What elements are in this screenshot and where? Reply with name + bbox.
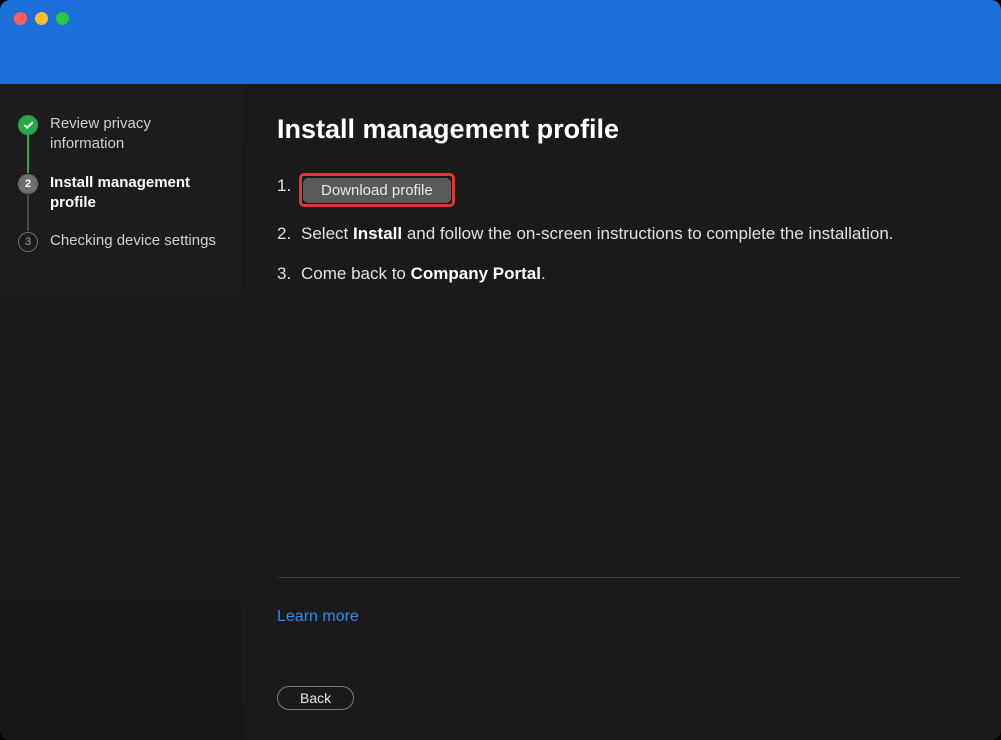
close-window-button[interactable] (14, 12, 27, 25)
download-highlight-box: Download profile (299, 173, 455, 207)
bold-text: Company Portal (411, 264, 541, 283)
step-content: Download profile (301, 173, 961, 207)
learn-more-link[interactable]: Learn more (277, 608, 359, 626)
text-segment: and follow the on-screen instructions to… (402, 224, 893, 243)
titlebar (0, 0, 1001, 84)
step-install-profile: 2 Install management profile (18, 173, 225, 232)
minimize-window-button[interactable] (35, 12, 48, 25)
page-title: Install management profile (277, 114, 961, 145)
download-profile-button[interactable]: Download profile (303, 178, 451, 203)
zoom-window-button[interactable] (56, 12, 69, 25)
text-segment: Select (301, 224, 353, 243)
step-review-privacy: Review privacy information (18, 114, 225, 173)
instruction-step-1: 1. Download profile (277, 173, 961, 207)
instruction-step-2: 2. Select Install and follow the on-scre… (277, 221, 961, 247)
step-content: Select Install and follow the on-screen … (301, 221, 961, 247)
step-label: Checking device settings (50, 231, 216, 251)
step-number: 1. (277, 173, 295, 199)
text-segment: . (541, 264, 546, 283)
step-connector (27, 134, 29, 173)
text-segment: Come back to (301, 264, 411, 283)
traffic-lights (14, 12, 69, 25)
step-number-icon: 3 (18, 232, 38, 252)
divider (277, 577, 961, 578)
step-checking-settings: 3 Checking device settings (18, 231, 225, 252)
step-number: 3. (277, 261, 295, 287)
step-content: Come back to Company Portal. (301, 261, 961, 287)
step-list: Review privacy information 2 Install man… (18, 114, 225, 252)
step-label: Install management profile (50, 173, 225, 214)
app-window: Review privacy information 2 Install man… (0, 0, 1001, 740)
step-number-icon: 2 (18, 174, 38, 194)
checkmark-icon (18, 115, 38, 135)
sidebar: Review privacy information 2 Install man… (0, 84, 243, 740)
step-number: 2. (277, 221, 295, 247)
main-content: Install management profile 1. Download p… (243, 84, 1001, 740)
window-body: Review privacy information 2 Install man… (0, 84, 1001, 740)
step-connector (27, 193, 29, 232)
back-button[interactable]: Back (277, 686, 354, 710)
bold-text: Install (353, 224, 402, 243)
footer-area: Learn more Back (277, 577, 961, 710)
instruction-step-3: 3. Come back to Company Portal. (277, 261, 961, 287)
instructions-list: 1. Download profile 2. Select Install an… (277, 173, 961, 300)
step-label: Review privacy information (50, 114, 225, 155)
